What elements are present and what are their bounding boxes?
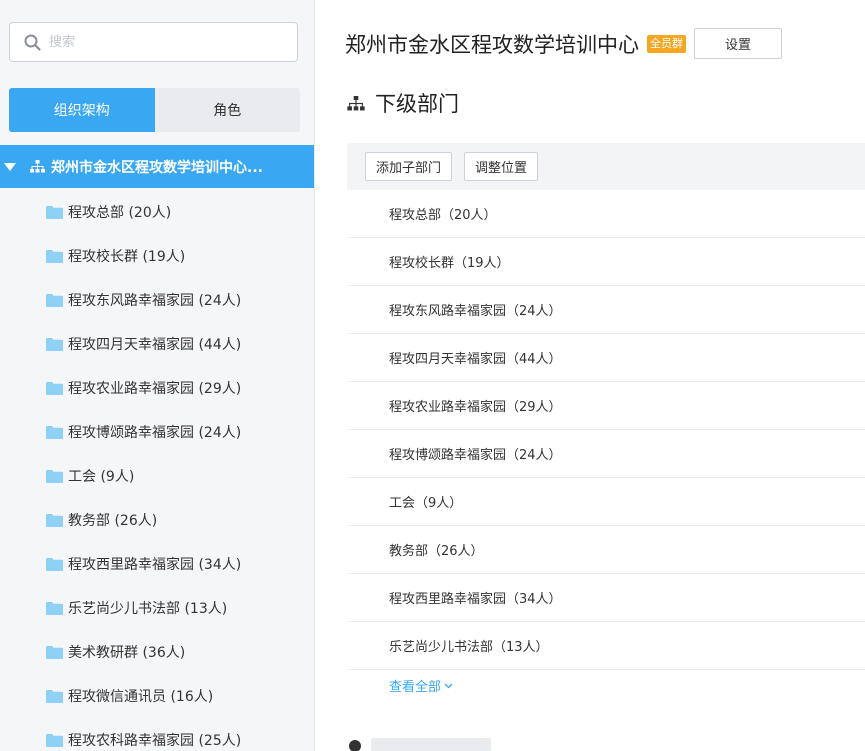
dept-row[interactable]: 程攻总部（20人） [347, 190, 865, 238]
search-icon [24, 34, 41, 51]
dept-row[interactable]: 程攻四月天幸福家园（44人） [347, 334, 865, 382]
adjust-position-button[interactable]: 调整位置 [464, 152, 539, 181]
tree-item-label: 程攻微信通讯员 (16人) [68, 689, 214, 705]
tree-item[interactable]: 程攻东风路幸福家园 (24人) [0, 278, 314, 322]
tree-item[interactable]: 教务部 (26人) [0, 498, 314, 542]
tree-item-label: 工会 (9人) [68, 469, 135, 485]
chevron-down-icon [444, 683, 453, 688]
dept-row[interactable]: 工会（9人） [347, 478, 865, 526]
folder-icon [46, 469, 63, 483]
sidebar-tabs: 组织架构 角色 [9, 88, 300, 132]
section-title: 下级部门 [375, 92, 459, 116]
tree-root-org[interactable]: 郑州市金水区程攻数学培训中心... [0, 145, 314, 188]
dept-row[interactable]: 程攻校长群（19人） [347, 238, 865, 286]
view-all-link[interactable]: 查看全部 [389, 676, 453, 695]
tree-item-label: 程攻总部 (20人) [68, 205, 172, 221]
folder-icon [46, 733, 63, 747]
tree-item-label: 程攻农科路幸福家园 (25人) [68, 733, 242, 749]
tree-item-label: 教务部 (26人) [68, 513, 158, 529]
clipped-section-title [371, 738, 491, 751]
page-title: 郑州市金水区程攻数学培训中心 [345, 32, 639, 57]
dept-row[interactable]: 程攻东风路幸福家园（24人） [347, 286, 865, 334]
next-section-header-clipped [347, 738, 491, 751]
folder-icon [46, 513, 63, 527]
tree-item[interactable]: 美术教研群 (36人) [0, 630, 314, 674]
folder-icon [46, 557, 63, 571]
add-child-dept-button[interactable]: 添加子部门 [365, 152, 453, 181]
folder-icon [46, 293, 63, 307]
tree-item-label: 程攻农业路幸福家园 (29人) [68, 381, 242, 397]
tree-item[interactable]: 程攻博颂路幸福家园 (24人) [0, 410, 314, 454]
all-member-badge: 全员群 [647, 34, 686, 53]
search-box[interactable] [9, 22, 298, 62]
folder-icon [46, 205, 63, 219]
tree-item[interactable]: 程攻农科路幸福家园 (25人) [0, 718, 314, 751]
sidebar: 组织架构 角色 郑州市金水区程攻数学培训中心... 程攻总部 (20人) 程攻校… [0, 0, 315, 751]
tree-item[interactable]: 乐艺尚少儿书法部 (13人) [0, 586, 314, 630]
tab-roles[interactable]: 角色 [155, 88, 301, 132]
tree-item[interactable]: 程攻四月天幸福家园 (44人) [0, 322, 314, 366]
dept-list: 程攻总部（20人） 程攻校长群（19人） 程攻东风路幸福家园（24人） 程攻四月… [347, 190, 865, 670]
section-header: 下级部门 [347, 88, 459, 118]
settings-button[interactable]: 设置 [694, 28, 782, 59]
folder-icon [46, 337, 63, 351]
dept-row[interactable]: 程攻西里路幸福家园（34人） [347, 574, 865, 622]
dept-row[interactable]: 乐艺尚少儿书法部（13人） [347, 622, 865, 670]
tree-item-label: 程攻校长群 (19人) [68, 249, 186, 265]
folder-icon [46, 689, 63, 703]
folder-icon [46, 381, 63, 395]
tree-item[interactable]: 程攻微信通讯员 (16人) [0, 674, 314, 718]
search-input[interactable] [47, 33, 281, 51]
main-panel: 郑州市金水区程攻数学培训中心 全员群 设置 下级部门 添加子部门 调整位置 程攻… [315, 0, 865, 751]
tree-item-label: 乐艺尚少儿书法部 (13人) [68, 601, 228, 617]
org-chart-icon [347, 95, 365, 111]
folder-icon [46, 601, 63, 615]
view-all-label: 查看全部 [389, 680, 442, 695]
section-icon [349, 740, 361, 751]
tree-list: 程攻总部 (20人) 程攻校长群 (19人) 程攻东风路幸福家园 (24人) 程… [0, 190, 314, 751]
dept-row[interactable]: 程攻博颂路幸福家园（24人） [347, 430, 865, 478]
tree-item[interactable]: 程攻总部 (20人) [0, 190, 314, 234]
tree-item[interactable]: 程攻农业路幸福家园 (29人) [0, 366, 314, 410]
tree-root-label: 郑州市金水区程攻数学培训中心... [51, 159, 263, 176]
org-chart-icon [30, 160, 45, 173]
tree-item[interactable]: 程攻校长群 (19人) [0, 234, 314, 278]
tree-item-label: 程攻博颂路幸福家园 (24人) [68, 425, 242, 441]
dept-row[interactable]: 程攻农业路幸福家园（29人） [347, 382, 865, 430]
tree-item-label: 程攻西里路幸福家园 (34人) [68, 557, 242, 573]
dept-row[interactable]: 教务部（26人） [347, 526, 865, 574]
title-row: 郑州市金水区程攻数学培训中心 全员群 设置 [345, 28, 782, 59]
caret-down-icon[interactable] [4, 162, 18, 171]
tree-item-label: 美术教研群 (36人) [68, 645, 186, 661]
tab-org-structure[interactable]: 组织架构 [9, 88, 155, 132]
tree-item-label: 程攻东风路幸福家园 (24人) [68, 293, 242, 309]
folder-icon [46, 425, 63, 439]
folder-icon [46, 249, 63, 263]
dept-toolbar: 添加子部门 调整位置 [347, 143, 865, 190]
tree-item[interactable]: 工会 (9人) [0, 454, 314, 498]
tree-item[interactable]: 程攻西里路幸福家园 (34人) [0, 542, 314, 586]
folder-icon [46, 645, 63, 659]
tree-item-label: 程攻四月天幸福家园 (44人) [68, 337, 242, 353]
